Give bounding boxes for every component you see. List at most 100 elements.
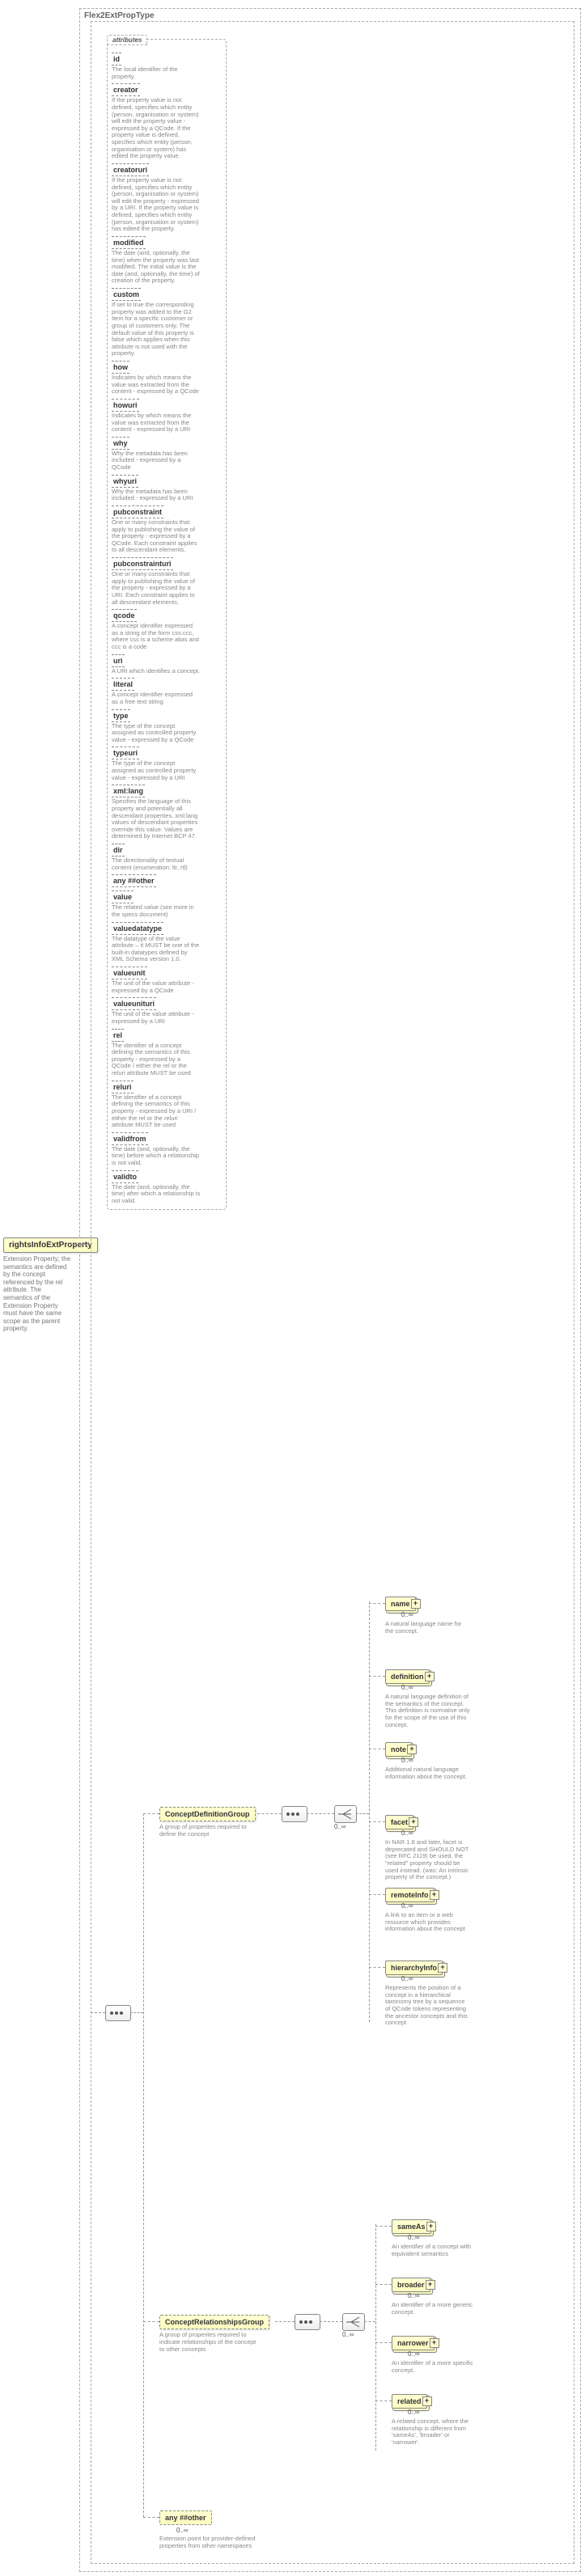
connector xyxy=(143,2517,159,2518)
attribute-name: literal xyxy=(112,678,134,691)
connector xyxy=(375,2342,392,2343)
attribute-row: pubconstraintOne or many constraints tha… xyxy=(112,505,222,554)
any-other-element: any ##other xyxy=(159,2510,212,2525)
connector xyxy=(369,1967,385,1968)
schema-element-desc: An identifier of a more generic concept. xyxy=(392,2302,477,2316)
connector xyxy=(375,2284,392,2285)
connector xyxy=(364,2321,375,2322)
attribute-desc: Indicates by which means the value was e… xyxy=(112,412,201,434)
connector xyxy=(356,1813,369,1814)
attributes-list: idThe local identifier of the property.c… xyxy=(110,53,223,1205)
connector xyxy=(143,2321,159,2322)
attribute-desc: If the property value is not defined, sp… xyxy=(112,97,201,160)
expand-icon[interactable]: + xyxy=(426,2222,436,2231)
connector-def-v xyxy=(369,1601,370,2022)
attribute-desc: If the property value is not defined, sp… xyxy=(112,177,201,233)
occurrence-label: 0..∞ xyxy=(342,2331,354,2338)
attribute-row: whyuriWhy the metadata has been included… xyxy=(112,475,222,502)
attribute-name: xml:lang xyxy=(112,785,145,797)
attribute-desc: If set to true the corresponding propert… xyxy=(112,302,201,357)
connector xyxy=(369,1676,385,1677)
occurrence-label: 0..∞ xyxy=(401,1975,413,1982)
attribute-name: valueunit xyxy=(112,967,147,979)
expand-icon[interactable]: + xyxy=(422,2396,432,2406)
attribute-desc: The directionality of textual content (e… xyxy=(112,857,201,871)
attribute-name: how xyxy=(112,361,129,374)
schema-element-label: facet xyxy=(391,1818,408,1826)
connector xyxy=(375,2226,392,2227)
expand-icon[interactable]: + xyxy=(430,1890,439,1900)
schema-element-label: sameAs xyxy=(397,2223,426,2231)
attribute-desc: The type of the concept assigned as cont… xyxy=(112,760,201,781)
any-other-desc: Extension point for provider-defined pro… xyxy=(159,2535,265,2549)
schema-element-label: definition xyxy=(391,1673,424,1681)
attribute-row: howIndicates by which means the value wa… xyxy=(112,361,222,395)
expand-icon[interactable]: + xyxy=(425,1672,435,1681)
group-label: ConceptDefinitionGroup xyxy=(165,1810,250,1818)
schema-element-desc: A natural language definition of the sem… xyxy=(385,1694,471,1728)
connector xyxy=(369,1821,385,1822)
occurrence-label: 0..∞ xyxy=(334,1823,346,1830)
attribute-row: modifiedThe date (and, optionally, the t… xyxy=(112,236,222,285)
connector-backbone xyxy=(143,1813,144,2517)
group-label: ConceptRelationshipsGroup xyxy=(165,2318,264,2326)
attribute-name: whyuri xyxy=(112,475,138,488)
attribute-desc: A concept identifier expressed as a stri… xyxy=(112,623,201,651)
connector xyxy=(307,1813,334,1814)
schema-element-label: remoteInfo xyxy=(391,1891,429,1899)
expand-icon[interactable]: + xyxy=(407,1745,417,1754)
expand-icon[interactable]: + xyxy=(426,2280,435,2290)
schema-element-desc: A related concept, where the relationshi… xyxy=(392,2418,477,2447)
schema-element-label: narrower xyxy=(397,2339,429,2347)
attribute-name: valueunituri xyxy=(112,997,156,1010)
attribute-desc: One or many constraints that apply to pu… xyxy=(112,571,201,606)
attribute-desc: Specifies the language of this property … xyxy=(112,798,201,840)
occurrence-label: 0..∞ xyxy=(401,1611,413,1618)
attribute-name: typeuri xyxy=(112,747,139,759)
attribute-name: creatoruri xyxy=(112,163,149,176)
attribute-desc: A concept identifier expressed as a free… xyxy=(112,692,201,705)
attribute-desc: The local identifier of the property. xyxy=(112,66,201,80)
group-concept-definition: ConceptDefinitionGroup xyxy=(159,1807,256,1821)
attribute-name: validto xyxy=(112,1170,138,1183)
attribute-row: typeThe type of the concept assigned as … xyxy=(112,709,222,744)
any-other-label: any ##other xyxy=(165,2514,206,2522)
attribute-row: valueThe related value (see more in the … xyxy=(112,890,222,918)
schema-element-desc: An identifier of a concept with equivale… xyxy=(392,2244,477,2257)
expand-icon[interactable]: + xyxy=(430,2338,439,2348)
switch-rel xyxy=(342,2313,365,2331)
schema-element: facet+ xyxy=(385,1815,413,1829)
attribute-row: uriA URI which identifies a concept. xyxy=(112,654,222,675)
group-desc: A group of properites required to define… xyxy=(159,1823,256,1838)
expand-icon[interactable]: + xyxy=(411,1599,421,1609)
sequence-main xyxy=(105,2005,131,2021)
occurrence-label: 0..∞ xyxy=(401,1757,413,1764)
schema-element-label: name xyxy=(391,1600,410,1608)
root-element-desc: Extension Property; the semantics are de… xyxy=(3,1255,71,1333)
occurrence-label: 0..∞ xyxy=(401,1684,413,1691)
schema-element: related+ xyxy=(392,2394,427,2409)
attribute-row: creatoruriIf the property value is not d… xyxy=(112,163,222,233)
attribute-desc: Why the metadata has been included - exp… xyxy=(112,450,201,472)
attribute-name: valuedatatype xyxy=(112,922,163,935)
schema-element-label: broader xyxy=(397,2281,425,2289)
schema-element-label: note xyxy=(391,1745,406,1753)
attribute-row: whyWhy the metadata has been included - … xyxy=(112,437,222,472)
attributes-box: attributes idThe local identifier of the… xyxy=(107,39,227,1210)
expand-icon[interactable]: + xyxy=(438,1963,447,1973)
attribute-desc: The date (and, optionally, the time) aft… xyxy=(112,1184,201,1205)
connector xyxy=(91,2012,105,2013)
attribute-row: pubconstrainturiOne or many constraints … xyxy=(112,557,222,606)
attribute-name: modified xyxy=(112,236,146,249)
expand-icon[interactable]: + xyxy=(409,1817,418,1827)
group-concept-relationships: ConceptRelationshipsGroup xyxy=(159,2315,269,2329)
attribute-row: reluriThe identifier of a concept defini… xyxy=(112,1081,222,1129)
schema-element: note+ xyxy=(385,1742,412,1757)
occurrence-label: 0..∞ xyxy=(408,2409,420,2416)
attribute-row: literalA concept identifier expressed as… xyxy=(112,678,222,705)
occurrence-label: 0..∞ xyxy=(401,1829,413,1837)
schema-element: name+ xyxy=(385,1597,416,1611)
schema-element-label: related xyxy=(397,2397,422,2405)
schema-element-desc: A natural language name for the concept. xyxy=(385,1621,471,1635)
attribute-name: why xyxy=(112,437,129,450)
